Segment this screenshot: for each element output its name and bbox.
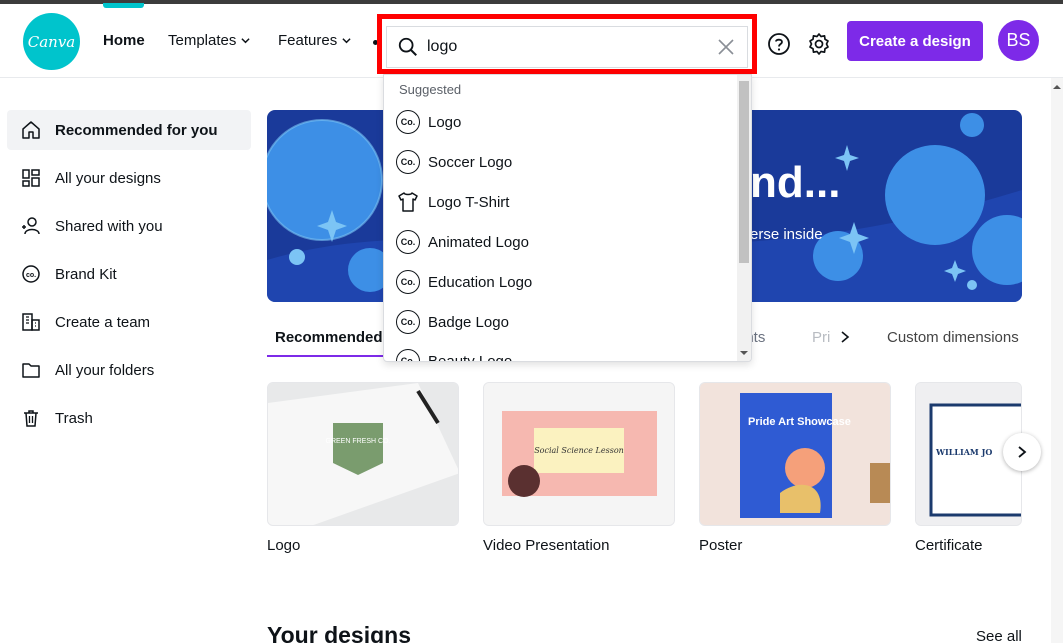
sidebar-item-folders[interactable]: All your folders (7, 350, 251, 390)
canva-coin-icon: Co. (396, 349, 420, 361)
see-all-link[interactable]: See all (976, 628, 1022, 643)
suggestion-soccer-logo[interactable]: Co. Soccer Logo (396, 146, 512, 178)
canva-coin-icon: Co. (396, 150, 420, 174)
dropdown-scrollbar-thumb[interactable] (739, 81, 749, 263)
trash-icon (24, 410, 38, 427)
tab-recommended[interactable]: Recommended (275, 329, 383, 346)
create-design-button[interactable]: Create a design (847, 21, 983, 61)
sidebar-item-brand-kit[interactable]: co. Brand Kit (7, 254, 251, 294)
sidebar-item-recommended[interactable]: Recommended for you (7, 110, 251, 150)
design-card-poster[interactable]: Pride Art Showcase (699, 382, 891, 526)
design-card-video-presentation[interactable]: Social Science Lesson (483, 382, 675, 526)
avatar[interactable]: BS (998, 20, 1039, 61)
home-icon (22, 121, 40, 139)
carousel-next-button[interactable] (1003, 433, 1041, 471)
suggestions-heading: Suggested (399, 82, 462, 97)
poster-thumbnail: Pride Art Showcase (700, 383, 890, 525)
tab-custom-dimensions[interactable]: Custom dimensions (887, 329, 1019, 346)
design-card-logo[interactable]: GREEN FRESH CO. (267, 382, 459, 526)
tab-print[interactable]: Pri (812, 329, 830, 346)
canva-coin-icon: Co. (396, 270, 420, 294)
tshirt-icon (398, 192, 418, 212)
scroll-down-arrow-icon[interactable] (740, 349, 748, 357)
window-scrollbar[interactable] (1051, 78, 1063, 643)
nav-home[interactable]: Home (103, 32, 145, 49)
canva-coin-icon: Co. (396, 310, 420, 334)
card-label-certificate: Certificate (915, 537, 983, 554)
folder-icon (22, 363, 40, 378)
sidebar-item-shared[interactable]: Shared with you (7, 206, 251, 246)
search-highlight-annotation (377, 14, 757, 74)
active-tab-underline (267, 355, 387, 357)
chevron-down-icon (241, 38, 250, 44)
sidebar: Recommended for you All your designs Sha… (7, 110, 251, 446)
logo-thumbnail: GREEN FRESH CO. (268, 383, 458, 525)
hero-title: nd... (750, 158, 841, 207)
sidebar-item-trash[interactable]: Trash (7, 398, 251, 438)
certificate-thumbnail-text: WILLIAM JO (935, 447, 992, 457)
video-presentation-thumbnail: Social Science Lesson (484, 383, 674, 525)
scroll-up-arrow-icon[interactable] (1053, 83, 1061, 91)
suggestion-animated-logo[interactable]: Co. Animated Logo (396, 226, 529, 258)
suggestion-beauty-logo[interactable]: Co. Beauty Logo (396, 345, 512, 361)
suggestion-logo-tshirt[interactable]: Logo T-Shirt (396, 186, 509, 218)
gear-icon[interactable] (807, 32, 831, 56)
nav-features[interactable]: Features (278, 32, 351, 49)
suggestion-badge-logo[interactable]: Co. Badge Logo (396, 306, 509, 338)
sidebar-item-create-team[interactable]: Create a team (7, 302, 251, 342)
chevron-right-icon[interactable] (839, 330, 851, 344)
canva-logo[interactable]: Canva (23, 13, 80, 70)
suggestion-logo[interactable]: Co. Logo (396, 106, 461, 138)
logo-thumbnail-text: GREEN FRESH CO. (326, 438, 391, 445)
your-designs-heading: Your designs (267, 622, 411, 643)
chevron-down-icon (342, 38, 351, 44)
suggestion-education-logo[interactable]: Co. Education Logo (396, 266, 532, 298)
shared-users-icon (22, 217, 40, 235)
chevron-right-icon (1018, 446, 1027, 458)
canva-coin-icon: Co. (396, 230, 420, 254)
video-thumbnail-text: Social Science Lesson (534, 446, 624, 455)
svg-text:co.: co. (26, 272, 36, 279)
sidebar-item-all-designs[interactable]: All your designs (7, 158, 251, 198)
nav-templates[interactable]: Templates (168, 32, 250, 49)
hero-subtitle: erse inside (750, 226, 823, 243)
canva-coin-icon: Co. (396, 110, 420, 134)
card-label-video-presentation: Video Presentation (483, 537, 610, 554)
help-icon[interactable] (767, 32, 791, 56)
card-label-poster: Poster (699, 537, 743, 554)
grid-icon (22, 169, 40, 187)
search-suggestions-dropdown: Suggested Co. Logo Co. Soccer Logo Logo … (383, 74, 752, 362)
poster-thumbnail-text: Pride Art Showcase (748, 416, 851, 428)
team-building-icon (22, 313, 40, 331)
card-label-logo: Logo (267, 537, 301, 554)
brand-kit-icon: co. (22, 265, 40, 283)
active-nav-indicator (103, 3, 144, 8)
